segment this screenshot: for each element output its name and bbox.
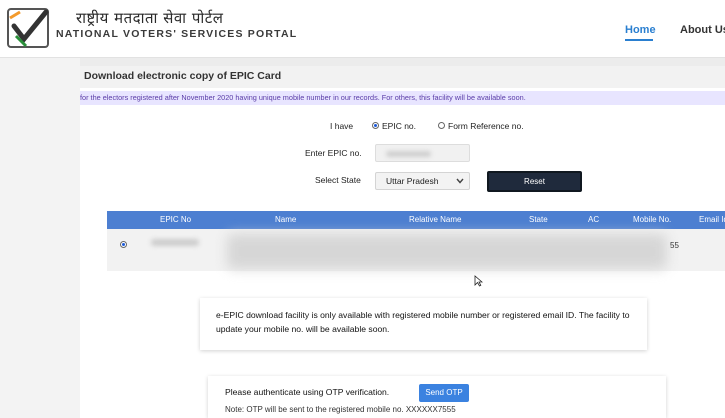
epic-no-radio[interactable] (372, 122, 379, 129)
col-email-id: Email Id (699, 215, 725, 224)
card-title: Download electronic copy of EPIC Card (80, 66, 725, 88)
download-epic-card: Download electronic copy of EPIC Card fo… (80, 66, 725, 418)
otp-panel: Please authenticate using OTP verificati… (208, 376, 666, 418)
site-header: राष्ट्रीय मतदाता सेवा पोर्टल NATIONAL VO… (0, 0, 725, 58)
col-epic-no: EPIC No (160, 215, 192, 224)
brand-title-hindi: राष्ट्रीय मतदाता सेवा पोर्टल (76, 9, 224, 27)
epic-no-radio-label[interactable]: EPIC no. (382, 121, 416, 131)
state-select[interactable]: Uttar Pradesh (375, 172, 470, 190)
redacted-epic-cell (151, 239, 199, 246)
results-table-header: EPIC No Name Relative Name State AC Mobi… (107, 211, 725, 229)
page-left-gutter (0, 58, 80, 418)
form-ref-radio-label[interactable]: Form Reference no. (448, 121, 524, 131)
col-state: State (529, 215, 548, 224)
nav-home-link[interactable]: Home (625, 24, 656, 36)
otp-note: Note: OTP will be sent to the registered… (225, 405, 456, 414)
chevron-down-icon (456, 178, 464, 184)
mobile-no-cell: 55 (670, 241, 679, 250)
col-relative-name: Relative Name (409, 215, 462, 224)
info-banner: for the electors registered after Novemb… (80, 91, 725, 105)
send-otp-button[interactable]: Send OTP (419, 384, 469, 402)
mouse-pointer-icon (474, 275, 483, 287)
col-name: Name (275, 215, 297, 224)
form-ref-radio[interactable] (438, 122, 445, 129)
table-row[interactable]: 55 (107, 229, 725, 271)
state-select-value: Uttar Pradesh (386, 176, 439, 186)
nav-about-link[interactable]: About Us (680, 24, 725, 36)
i-have-label: I have (330, 121, 354, 131)
redacted-epic-value (386, 151, 431, 157)
col-ac: AC (588, 215, 600, 224)
otp-prompt: Please authenticate using OTP verificati… (225, 387, 390, 397)
redacted-row-details (227, 234, 667, 269)
epic-number-input[interactable] (375, 144, 470, 162)
checkmark-logo-icon[interactable] (6, 6, 52, 50)
enter-epic-label: Enter EPIC no. (305, 148, 362, 158)
brand-title-english: NATIONAL VOTERS' SERVICES PORTAL (56, 28, 298, 40)
select-state-label: Select State (315, 175, 361, 185)
reset-button[interactable]: Reset (487, 171, 582, 192)
download-notice: e-EPIC download facility is only availab… (200, 298, 647, 350)
col-mobile-no: Mobile No. (633, 215, 672, 224)
row-select-radio[interactable] (120, 241, 127, 248)
nav-active-underline (625, 39, 653, 41)
